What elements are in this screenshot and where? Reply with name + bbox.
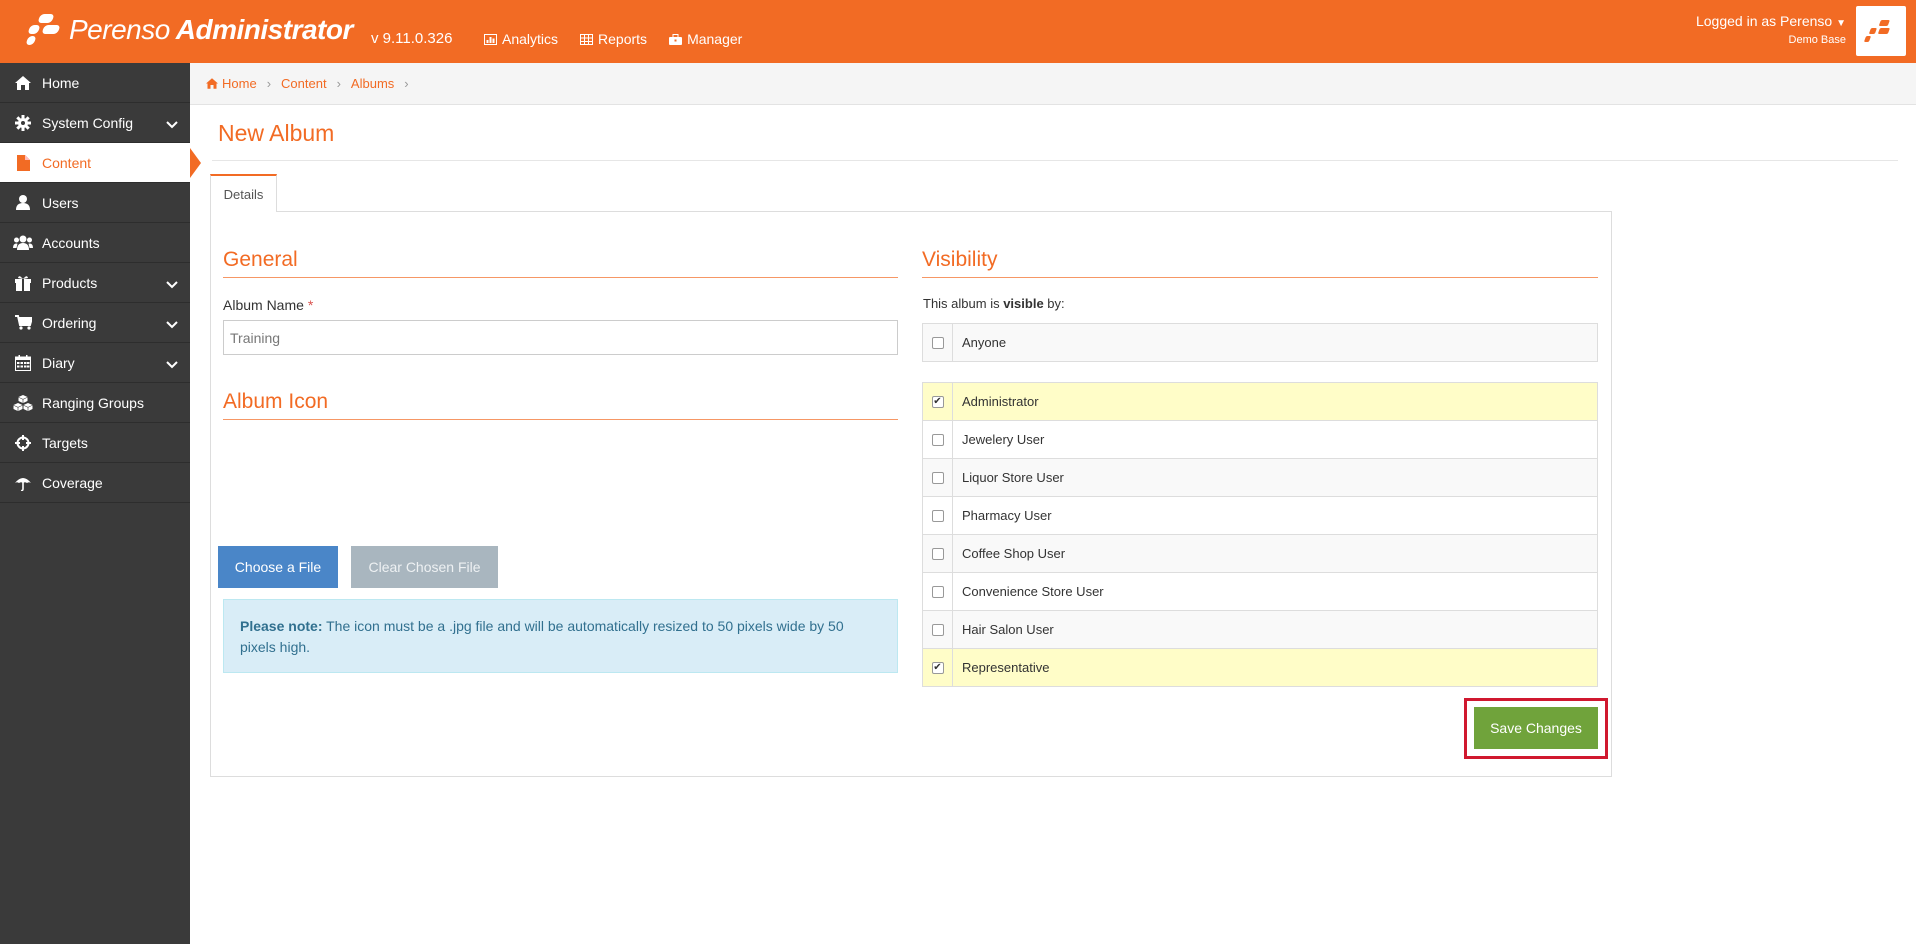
album-icon-section-title: Album Icon xyxy=(223,390,329,413)
visibility-row-hair-salon-user: Hair Salon User xyxy=(922,610,1598,649)
chevron-down-icon xyxy=(166,356,178,372)
chevron-down-icon xyxy=(166,276,178,292)
sidebar-item-accounts[interactable]: Accounts xyxy=(0,223,190,263)
briefcase-icon xyxy=(669,33,683,45)
breadcrumb-separator: › xyxy=(336,76,341,91)
table-icon xyxy=(580,33,594,45)
title-divider xyxy=(212,160,1898,161)
page-title: New Album xyxy=(218,120,335,146)
save-changes-button[interactable]: Save Changes xyxy=(1474,707,1598,749)
perenso-logo-icon xyxy=(25,12,65,48)
sidebar-item-coverage[interactable]: Coverage xyxy=(0,463,190,503)
sidebar-item-targets[interactable]: Targets xyxy=(0,423,190,463)
crosshairs-icon xyxy=(13,434,33,452)
calendar-icon xyxy=(13,354,33,372)
tab-details[interactable]: Details xyxy=(210,174,277,212)
convenience-store-user-checkbox[interactable] xyxy=(931,585,944,598)
breadcrumb: Home › Content › Albums › xyxy=(190,63,1916,105)
visibility-row-administrator: ✔ Administrator xyxy=(922,382,1598,421)
administrator-checkbox[interactable]: ✔ xyxy=(931,395,944,408)
visibility-row-convenience-store-user: Convenience Store User xyxy=(922,572,1598,611)
file-icon xyxy=(13,154,33,172)
breadcrumb-separator: › xyxy=(404,76,409,91)
visibility-row-representative: ✔ Representative xyxy=(922,648,1598,687)
avatar[interactable] xyxy=(1856,6,1906,56)
user-base-label: Demo Base xyxy=(1788,34,1846,46)
gear-icon xyxy=(13,114,33,132)
album-name-label: Album Name * xyxy=(223,297,314,313)
sidebar-item-diary[interactable]: Diary xyxy=(0,343,190,383)
visibility-row-pharmacy-user: Pharmacy User xyxy=(922,496,1598,535)
album-name-input[interactable] xyxy=(223,320,898,355)
sidebar-item-products[interactable]: Products xyxy=(0,263,190,303)
nav-manager[interactable]: Manager xyxy=(669,31,742,47)
visibility-section-divider xyxy=(922,277,1598,278)
breadcrumb-albums[interactable]: Albums xyxy=(351,76,394,91)
visibility-row-jewelery-user: Jewelery User xyxy=(922,420,1598,459)
visibility-row-liquor-store-user: Liquor Store User xyxy=(922,458,1598,497)
brand-name: Perenso Administrator xyxy=(69,14,353,45)
general-section-title: General xyxy=(223,248,298,271)
pharmacy-user-checkbox[interactable] xyxy=(931,509,944,522)
required-marker: * xyxy=(307,297,314,313)
coffee-shop-user-checkbox[interactable] xyxy=(931,547,944,560)
umbrella-icon xyxy=(13,474,33,492)
caret-down-icon: ▼ xyxy=(1836,18,1846,29)
version-label: v 9.11.0.326 xyxy=(371,30,453,47)
anyone-checkbox[interactable] xyxy=(931,336,944,349)
chevron-down-icon xyxy=(166,316,178,332)
representative-checkbox[interactable]: ✔ xyxy=(931,661,944,674)
cubes-icon xyxy=(13,394,33,412)
jewelery-user-checkbox[interactable] xyxy=(931,433,944,446)
sidebar-item-system-config[interactable]: System Config xyxy=(0,103,190,143)
user-icon xyxy=(13,194,33,212)
brand-logo[interactable]: Perenso Administrator xyxy=(25,12,353,48)
top-bar: Perenso Administrator v 9.11.0.326 Analyt… xyxy=(0,0,1916,63)
user-login-label: Logged in as Perenso ▼ xyxy=(1695,13,1846,29)
sidebar-item-ranging-groups[interactable]: Ranging Groups xyxy=(0,383,190,423)
top-nav: Analytics Reports Manager xyxy=(484,31,742,47)
breadcrumb-separator: › xyxy=(266,76,272,91)
liquor-store-user-checkbox[interactable] xyxy=(931,471,944,484)
perenso-avatar-icon xyxy=(1864,20,1890,42)
visibility-row-coffee-shop-user: Coffee Shop User xyxy=(922,534,1598,573)
sidebar-item-home[interactable]: Home xyxy=(0,63,190,103)
visibility-section-title: Visibility xyxy=(922,248,998,271)
breadcrumb-home[interactable]: Home xyxy=(206,76,257,91)
hair-salon-user-checkbox[interactable] xyxy=(931,623,944,636)
sidebar: Home System Config Content Users Account… xyxy=(0,63,201,944)
icon-note: Please note: The icon must be a .jpg fil… xyxy=(223,599,898,673)
nav-reports[interactable]: Reports xyxy=(580,31,647,47)
user-menu[interactable]: Logged in as Perenso ▼ Demo Base xyxy=(1696,13,1846,46)
visibility-intro: This album is visible by: xyxy=(923,296,1065,311)
home-icon xyxy=(13,74,33,92)
choose-file-button[interactable]: Choose a File xyxy=(218,546,338,588)
sidebar-item-ordering[interactable]: Ordering xyxy=(0,303,190,343)
sidebar-item-users[interactable]: Users xyxy=(0,183,190,223)
nav-analytics[interactable]: Analytics xyxy=(484,31,558,47)
chevron-down-icon xyxy=(166,116,178,132)
album-icon-section-divider xyxy=(223,419,898,420)
home-icon xyxy=(206,78,218,89)
users-icon xyxy=(13,234,33,252)
general-section-divider xyxy=(223,277,898,278)
breadcrumb-content[interactable]: Content xyxy=(281,76,327,91)
gift-icon xyxy=(13,274,33,292)
sidebar-item-content[interactable]: Content xyxy=(0,143,201,183)
chart-icon xyxy=(484,33,497,45)
cart-icon xyxy=(13,314,33,332)
clear-file-button[interactable]: Clear Chosen File xyxy=(351,546,498,588)
visibility-row-anyone: Anyone xyxy=(922,323,1598,362)
